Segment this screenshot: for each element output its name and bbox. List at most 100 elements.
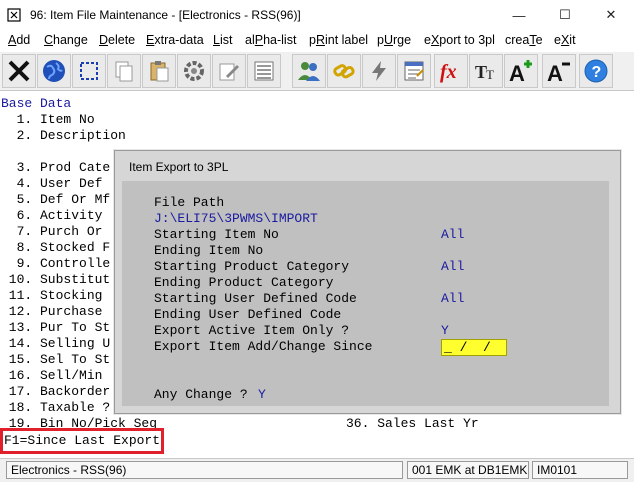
- toolbar-close-button[interactable]: [2, 54, 36, 88]
- toolbar-select-button[interactable]: [72, 54, 106, 88]
- toolbar-globe-button[interactable]: [37, 54, 71, 88]
- menu-delete[interactable]: Delete: [99, 33, 135, 47]
- toolbar-lightning-button[interactable]: [362, 54, 396, 88]
- toolbar-form-button[interactable]: [397, 54, 431, 88]
- font-decrease-icon: A: [547, 61, 570, 85]
- minimize-icon: —: [512, 7, 526, 23]
- globe-icon: [43, 60, 65, 82]
- field-line: 8. Stocked F: [1, 240, 111, 255]
- export-3pl-dialog: Item Export to 3PL File Path J:\ELI75\3P…: [114, 150, 621, 414]
- toolbar-settings-button[interactable]: [177, 54, 211, 88]
- function-fx-icon: fx: [440, 61, 457, 83]
- toolbar-paste-button[interactable]: [142, 54, 176, 88]
- field-line: 9. Controlle: [1, 256, 111, 271]
- status-bar: Electronics - RSS(96) 001 EMK at DB1EMK …: [0, 458, 634, 482]
- toolbar-font-decrease-button[interactable]: A: [542, 54, 576, 88]
- active-only-label: Export Active Item Only ?: [154, 323, 350, 338]
- starting-item-value[interactable]: All: [441, 227, 464, 243]
- field-line: 4. User Def: [1, 176, 103, 191]
- field-line: 1. Item No: [1, 112, 95, 127]
- menu-create[interactable]: creaTe: [505, 33, 543, 47]
- dialog-body: File Path J:\ELI75\3PWMS\IMPORT Starting…: [122, 181, 609, 406]
- ending-item-label: Ending Item No: [154, 243, 264, 258]
- svg-text:fx: fx: [440, 61, 457, 83]
- minimize-button[interactable]: —: [496, 0, 542, 30]
- field-line: 2. Description: [1, 128, 126, 143]
- field-line: 15. Sel To St: [1, 352, 111, 367]
- close-icon: ✕: [605, 7, 617, 22]
- window-title: 96: Item File Maintenance - [Electronics…: [30, 8, 301, 22]
- paste-icon: [150, 61, 169, 82]
- edit-icon: [219, 63, 239, 81]
- settings-icon: [184, 61, 204, 81]
- any-change-label: Any Change ?: [154, 387, 256, 402]
- starting-user-code-label: Starting User Defined Code: [154, 291, 357, 306]
- active-only-value[interactable]: Y: [441, 323, 449, 339]
- svg-text:T: T: [486, 67, 494, 82]
- toolbar-font-size-button[interactable]: TT: [469, 54, 503, 88]
- field-line: 7. Purch Or: [1, 224, 103, 239]
- any-change-value[interactable]: Y: [258, 387, 266, 403]
- menu-change[interactable]: Change: [44, 33, 88, 47]
- maximize-button[interactable]: ☐: [542, 0, 588, 30]
- field-line: 3. Prod Cate: [1, 160, 111, 175]
- menu-extra-data[interactable]: Extra-data: [146, 33, 204, 47]
- svg-text:A: A: [509, 61, 525, 85]
- menu-list[interactable]: List: [213, 33, 232, 47]
- field-line: 11. Stocking: [1, 288, 103, 303]
- toolbar-edit-button[interactable]: [212, 54, 246, 88]
- help-icon: ?: [584, 59, 608, 83]
- field-line: 14. Selling U: [1, 336, 111, 351]
- dialog-title: Item Export to 3PL: [129, 160, 229, 174]
- status-screen-id: IM0101: [532, 461, 628, 479]
- field-line: 5. Def Or Mf: [1, 192, 111, 207]
- title-bar: 96: Item File Maintenance - [Electronics…: [0, 0, 634, 30]
- file-path-value[interactable]: J:\ELI75\3PWMS\IMPORT: [154, 211, 318, 227]
- menu-export-3pl[interactable]: eXport to 3pl: [424, 33, 495, 47]
- field-line: 18. Taxable ?: [1, 400, 111, 415]
- starting-user-code-value[interactable]: All: [441, 291, 464, 307]
- field-line-right: 36. Sales Last Yr: [346, 416, 479, 431]
- field-line: 6. Activity: [1, 208, 103, 223]
- toolbar-link-button[interactable]: [327, 54, 361, 88]
- status-user: 001 EMK at DB1EMK: [407, 461, 529, 479]
- toolbar-users-button[interactable]: [292, 54, 326, 88]
- field-line: 13. Pur To St: [1, 320, 111, 335]
- menu-print-label[interactable]: pRint label: [309, 33, 368, 47]
- field-line: 16. Sell/Min: [1, 368, 103, 383]
- toolbar-list-button[interactable]: [247, 54, 281, 88]
- toolbar-help-button[interactable]: ?: [579, 54, 613, 88]
- menu-purge[interactable]: pUrge: [377, 33, 411, 47]
- field-line: 10. Substitut: [1, 272, 111, 287]
- starting-category-label: Starting Product Category: [154, 259, 350, 274]
- menu-exit[interactable]: eXit: [554, 33, 576, 47]
- status-company: Electronics - RSS(96): [6, 461, 403, 479]
- menu-bar: Add Change Delete Extra-data List alPha-…: [0, 30, 634, 52]
- svg-text:?: ?: [592, 64, 602, 81]
- lightning-icon: [372, 61, 386, 81]
- file-path-label: File Path: [154, 195, 225, 210]
- menu-alpha-list[interactable]: alPha-list: [245, 33, 296, 47]
- add-change-since-input[interactable]: _ / /: [441, 339, 507, 356]
- copy-icon: [115, 61, 133, 82]
- form-icon: [404, 61, 424, 81]
- starting-category-value[interactable]: All: [441, 259, 464, 275]
- svg-text:A: A: [547, 61, 563, 85]
- toolbar-copy-button[interactable]: [107, 54, 141, 88]
- font-increase-icon: A: [509, 60, 532, 85]
- toolbar-font-increase-button[interactable]: A: [504, 54, 538, 88]
- ending-category-label: Ending Product Category: [154, 275, 334, 290]
- toolbar-function-button[interactable]: fx: [434, 54, 468, 88]
- f1-since-last-export-hint[interactable]: F1=Since Last Export: [0, 428, 164, 454]
- link-icon: [333, 64, 355, 79]
- font-size-icon: TT: [475, 62, 494, 82]
- close-button[interactable]: ✕: [588, 0, 634, 30]
- ending-user-code-label: Ending User Defined Code: [154, 307, 342, 322]
- field-line: 12. Purchase: [1, 304, 103, 319]
- menu-add[interactable]: Add: [8, 33, 30, 47]
- users-icon: [298, 62, 320, 81]
- close-x-icon: [8, 60, 30, 82]
- list-icon: [254, 61, 274, 81]
- dialog-title-bar: Item Export to 3PL: [115, 151, 620, 179]
- starting-item-label: Starting Item No: [154, 227, 279, 242]
